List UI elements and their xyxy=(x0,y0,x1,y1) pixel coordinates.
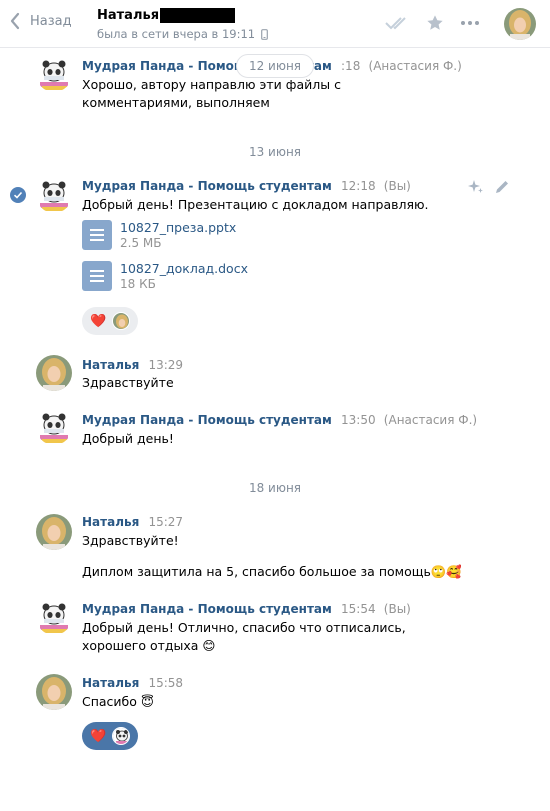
message-text: Здравствуйте xyxy=(82,375,174,390)
message-author[interactable]: Мудрая Панда - Помощь студентам 13:50 (А… xyxy=(82,413,477,427)
heart-reaction-icon: ❤️ xyxy=(90,313,107,329)
contact-name[interactable]: Наталья xyxy=(97,8,236,23)
author-name: Наталья xyxy=(82,676,140,690)
message-text: Добрый день! Презентацию с докладом напр… xyxy=(82,197,429,212)
author-name: Мудрая Панда - Помощь студентам xyxy=(82,413,332,427)
file-size: 2.5 МБ xyxy=(120,236,162,250)
file-attachment[interactable]: 10827_преза.pptx 2.5 МБ xyxy=(82,220,236,251)
author-sub: (Анастасия Ф.) xyxy=(368,59,462,73)
more-icon[interactable] xyxy=(460,20,480,26)
author-name: Наталья xyxy=(82,358,140,372)
header-actions xyxy=(384,14,480,32)
message-text: Спасибо 😇 xyxy=(82,694,154,709)
message-text: Хорошо, автору направлю эти файлы с комм… xyxy=(82,77,341,110)
panda-avatar[interactable] xyxy=(36,56,72,92)
floating-date: 12 июня xyxy=(236,54,314,78)
message-text: Добрый день! Отлично, спасибо что отписа… xyxy=(82,620,406,653)
message-actions xyxy=(468,179,510,195)
redacted-surname xyxy=(160,8,236,23)
message-time: :18 xyxy=(341,59,361,73)
message-text: Диплом защитила на 5, спасибо большое за… xyxy=(82,564,462,579)
message-author[interactable]: Мудрая Панда - Помощь студентам 12:18 (В… xyxy=(82,179,411,193)
message-time: 15:54 xyxy=(341,602,376,616)
file-size: 18 КБ xyxy=(120,277,156,291)
star-icon[interactable] xyxy=(426,14,444,32)
sparkle-icon[interactable] xyxy=(468,179,484,195)
chat-header: Назад Наталья была в сети вчера в 19:11 xyxy=(0,0,550,48)
back-label: Назад xyxy=(30,13,72,29)
heart-reaction-icon: ❤️ xyxy=(90,728,107,744)
contact-status: была в сети вчера в 19:11 xyxy=(97,27,269,41)
reactor-avatar xyxy=(112,312,131,330)
back-button[interactable]: Назад xyxy=(10,12,72,30)
message-time: 13:50 xyxy=(341,413,376,427)
message-author[interactable]: Наталья 15:58 xyxy=(82,676,183,690)
message-time: 13:29 xyxy=(148,358,184,372)
panda-avatar[interactable] xyxy=(36,599,72,635)
file-attachment[interactable]: 10827_доклад.docx 18 КБ xyxy=(82,261,248,292)
document-icon xyxy=(82,261,112,291)
file-name[interactable]: 10827_преза.pptx xyxy=(120,220,236,235)
document-icon xyxy=(82,220,112,250)
header-avatar[interactable] xyxy=(504,8,536,40)
author-sub: (Вы) xyxy=(383,179,411,193)
message-text: Добрый день! xyxy=(82,431,174,446)
author-name: Мудрая Панда - Помощь студентам xyxy=(82,179,332,193)
message-text: Здравствуйте! xyxy=(82,533,179,548)
message-author[interactable]: Наталья 13:29 xyxy=(82,358,183,372)
reactor-avatar xyxy=(112,727,131,745)
selected-check-icon[interactable] xyxy=(10,187,26,203)
message-author[interactable]: Мудрая Панда - Помощь студентам 15:54 (В… xyxy=(82,602,411,616)
double-check-icon[interactable] xyxy=(384,15,410,31)
panda-avatar[interactable] xyxy=(36,177,72,213)
message-time: 15:27 xyxy=(148,515,184,529)
pencil-icon[interactable] xyxy=(494,179,510,195)
phone-icon xyxy=(261,28,269,40)
user-avatar[interactable] xyxy=(36,355,72,391)
contact-status-text: была в сети вчера в 19:11 xyxy=(97,27,256,41)
message-time: 15:58 xyxy=(148,676,184,690)
message-time: 12:18 xyxy=(341,179,376,193)
reaction-badge[interactable]: ❤️ xyxy=(82,307,138,335)
user-avatar[interactable] xyxy=(36,674,72,710)
date-separator: 18 июня xyxy=(248,481,302,495)
panda-avatar[interactable] xyxy=(36,409,72,445)
message-author[interactable]: Наталья 15:27 xyxy=(82,515,183,529)
author-name: Мудрая Панда - Помощь студентам xyxy=(82,602,332,616)
author-name: Наталья xyxy=(82,515,140,529)
date-separator: 13 июня xyxy=(248,145,302,159)
user-avatar[interactable] xyxy=(36,514,72,550)
author-sub: (Анастасия Ф.) xyxy=(383,413,478,427)
file-name[interactable]: 10827_доклад.docx xyxy=(120,261,248,276)
author-sub: (Вы) xyxy=(383,602,411,616)
back-chevron-icon xyxy=(10,12,20,30)
contact-name-text: Наталья xyxy=(97,8,160,23)
reaction-badge-active[interactable]: ❤️ xyxy=(82,722,138,750)
